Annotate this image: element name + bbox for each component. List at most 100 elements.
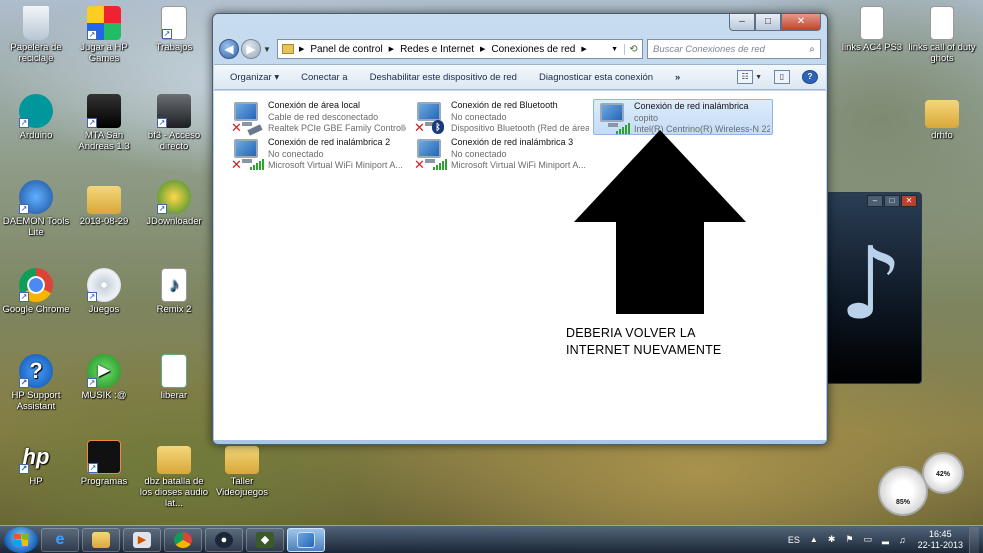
desktop-icon-trabajos[interactable]: ↗ Trabajos: [138, 6, 210, 53]
connection-device: Dispositivo Bluetooth (Red de área...: [451, 123, 589, 133]
desktop-icon-links-ac4[interactable]: links AC4 PS3: [836, 6, 908, 53]
address-dropdown-icon[interactable]: ▼: [611, 46, 618, 53]
connection-item-bluetooth[interactable]: ᛒ ✕ Conexión de red Bluetooth No conecta…: [411, 99, 591, 135]
desktop-icon-juegos[interactable]: ↗ Juegos: [68, 268, 140, 315]
desktop-icon-hp-games[interactable]: ↗ Jugar a HP Games: [68, 6, 140, 64]
desktop-icon-dbz[interactable]: dbz batalla de los dioses audio lat...: [138, 440, 210, 509]
cpu-gauge-gadget[interactable]: 85%: [878, 466, 928, 516]
disconnected-x-icon: ✕: [414, 120, 425, 135]
organize-menu[interactable]: Organizar ▾: [230, 72, 279, 83]
desktop-icon-taller[interactable]: Taller Videojuegos: [206, 440, 278, 498]
recent-pages-dropdown[interactable]: ▼: [263, 45, 273, 54]
help-icon[interactable]: ?: [802, 70, 818, 84]
minimize-button[interactable]: –: [729, 14, 755, 31]
desktop-icon-label: HP: [29, 476, 43, 487]
breadcrumb-redes-e-internet[interactable]: Redes e Internet: [400, 44, 474, 55]
hp-games-icon: ↗: [87, 6, 121, 40]
player-maximize-button[interactable]: □: [884, 195, 900, 207]
desktop-icon-arduino[interactable]: ↗ Arduino: [0, 94, 72, 141]
connection-status: No conectado: [268, 148, 324, 159]
desktop-icon-programas[interactable]: ↗ Programas: [68, 440, 140, 487]
battery-icon[interactable]: ▭: [863, 534, 872, 545]
desktop-icon-label: 2013-08-29: [79, 216, 129, 227]
connection-status: No conectado: [451, 111, 507, 122]
taskbar-internet-explorer[interactable]: e: [41, 527, 79, 552]
desktop-icon-liberar[interactable]: liberar: [138, 354, 210, 401]
diagnose-connection-button[interactable]: Diagnosticar esta conexión: [539, 72, 653, 83]
search-icon[interactable]: ⌕: [804, 44, 820, 55]
connection-name: Conexión de red inalámbrica 2: [268, 137, 391, 147]
desktop-icon-label: MTA San Andreas 1.3: [78, 130, 130, 152]
connection-name: Conexión de área local: [268, 100, 361, 110]
desktop-icon-recycle-bin[interactable]: Papelera de reciclaje: [0, 6, 72, 64]
address-bar[interactable]: ▶ Panel de control ▶ Redes e Internet ▶ …: [277, 39, 643, 59]
signal-strength-icon: [433, 159, 448, 170]
network-tray-icon[interactable]: ▂: [882, 534, 889, 545]
chevron-right-icon[interactable]: ▶: [581, 45, 586, 53]
disable-device-button[interactable]: Deshabilitar este dispositivo de red: [370, 72, 517, 83]
bluetooth-tray-icon[interactable]: ✱: [828, 534, 836, 545]
desktop-icon-label: Trabajos: [155, 42, 193, 53]
taskbar-steam[interactable]: ●: [205, 527, 243, 552]
connection-item-local-area[interactable]: ✕ Conexión de área local Cable de red de…: [228, 99, 408, 136]
more-commands-button[interactable]: »: [675, 72, 680, 83]
desktop-icon-chrome[interactable]: ↗ Google Chrome: [0, 268, 72, 315]
view-dropdown-icon[interactable]: ▼: [755, 74, 762, 81]
change-view-icon[interactable]: ☷: [737, 70, 754, 84]
chevron-right-icon[interactable]: ▶: [299, 45, 304, 53]
language-indicator[interactable]: ES: [788, 535, 800, 545]
search-input[interactable]: Buscar Conexiones de red ⌕: [647, 39, 821, 59]
player-window-controls: – □ ✕: [866, 195, 917, 207]
desktop-icon-mta[interactable]: ↗ MTA San Andreas 1.3: [68, 94, 140, 152]
desktop-icon-drhfo[interactable]: drhfo: [906, 94, 978, 141]
maximize-button[interactable]: □: [755, 14, 781, 31]
show-desktop-button[interactable]: [969, 526, 979, 553]
search-placeholder: Buscar Conexiones de red: [653, 43, 765, 55]
preview-pane-icon[interactable]: ▯: [774, 70, 790, 84]
desktop-icon-daemon-tools[interactable]: ↗ DAEMON Tools Lite: [0, 180, 72, 238]
black-ops-icon: ↗: [87, 440, 121, 474]
network-adapter-icon: ✕: [413, 137, 449, 171]
breadcrumb-conexiones-de-red[interactable]: Conexiones de red: [491, 44, 575, 55]
forward-button[interactable]: ▶: [241, 39, 261, 59]
desktop-icon-label: Jugar a HP Games: [80, 42, 128, 64]
back-button[interactable]: ◀: [219, 39, 239, 59]
refresh-icon[interactable]: ⟲: [624, 43, 642, 55]
ram-gauge-gadget[interactable]: 42%: [922, 452, 964, 494]
taskbar-media-player[interactable]: ▶: [123, 527, 161, 552]
flag-tray-icon[interactable]: ⚑: [845, 534, 853, 545]
show-hidden-icons-icon[interactable]: ▲: [810, 535, 818, 544]
taskbar-chrome[interactable]: [164, 527, 202, 552]
connection-item-wireless-3[interactable]: ✕ Conexión de red inalámbrica 3 No conec…: [411, 136, 591, 172]
document-icon: ↗: [161, 6, 187, 40]
folder-icon: [225, 446, 259, 474]
desktop-icon-musik[interactable]: ▶ ↗ MUSIK :@: [68, 354, 140, 401]
clock[interactable]: 16:45 22-11-2013: [918, 529, 963, 551]
taskbar-game[interactable]: ◆: [246, 527, 284, 552]
connection-item-wireless-2[interactable]: ✕ Conexión de red inalámbrica 2 No conec…: [228, 136, 408, 172]
desktop-icon-label: links AC4 PS3: [841, 42, 903, 53]
start-button[interactable]: [4, 526, 38, 553]
disconnected-x-icon: ✕: [231, 120, 242, 135]
player-minimize-button[interactable]: –: [867, 195, 883, 207]
desktop-icon-hp-support[interactable]: ? ↗ HP Support Assistant: [0, 354, 72, 412]
media-player-window[interactable]: – □ ✕ ♪: [820, 192, 922, 384]
ethernet-cable-icon: [247, 124, 263, 136]
close-button[interactable]: ✕: [781, 14, 821, 31]
network-adapter-icon: ✕: [230, 137, 266, 171]
desktop-icon-folder-2013[interactable]: 2013-08-29: [68, 180, 140, 227]
chevron-right-icon[interactable]: ▶: [389, 45, 394, 53]
desktop-icon-jdownloader[interactable]: ↗ JDownloader: [138, 180, 210, 227]
volume-icon[interactable]: ♫: [899, 535, 906, 545]
breadcrumb-panel-de-control[interactable]: Panel de control: [310, 44, 382, 55]
desktop-icon-remix[interactable]: ♪ Remix 2: [138, 268, 210, 315]
chevron-right-icon[interactable]: ▶: [480, 45, 485, 53]
taskbar-explorer[interactable]: [82, 527, 120, 552]
player-close-button[interactable]: ✕: [901, 195, 917, 207]
desktop-icon-bf3[interactable]: ↗ bf3 - Acceso directo: [138, 94, 210, 152]
desktop-icon-links-cod[interactable]: links call of duty ghots: [906, 6, 978, 64]
connect-to-button[interactable]: Conectar a: [301, 72, 347, 83]
desktop-icon-hp[interactable]: hp ↗ HP: [0, 440, 72, 487]
taskbar-network-connections[interactable]: [287, 527, 325, 552]
desktop-icon-label: Arduino: [19, 130, 53, 141]
